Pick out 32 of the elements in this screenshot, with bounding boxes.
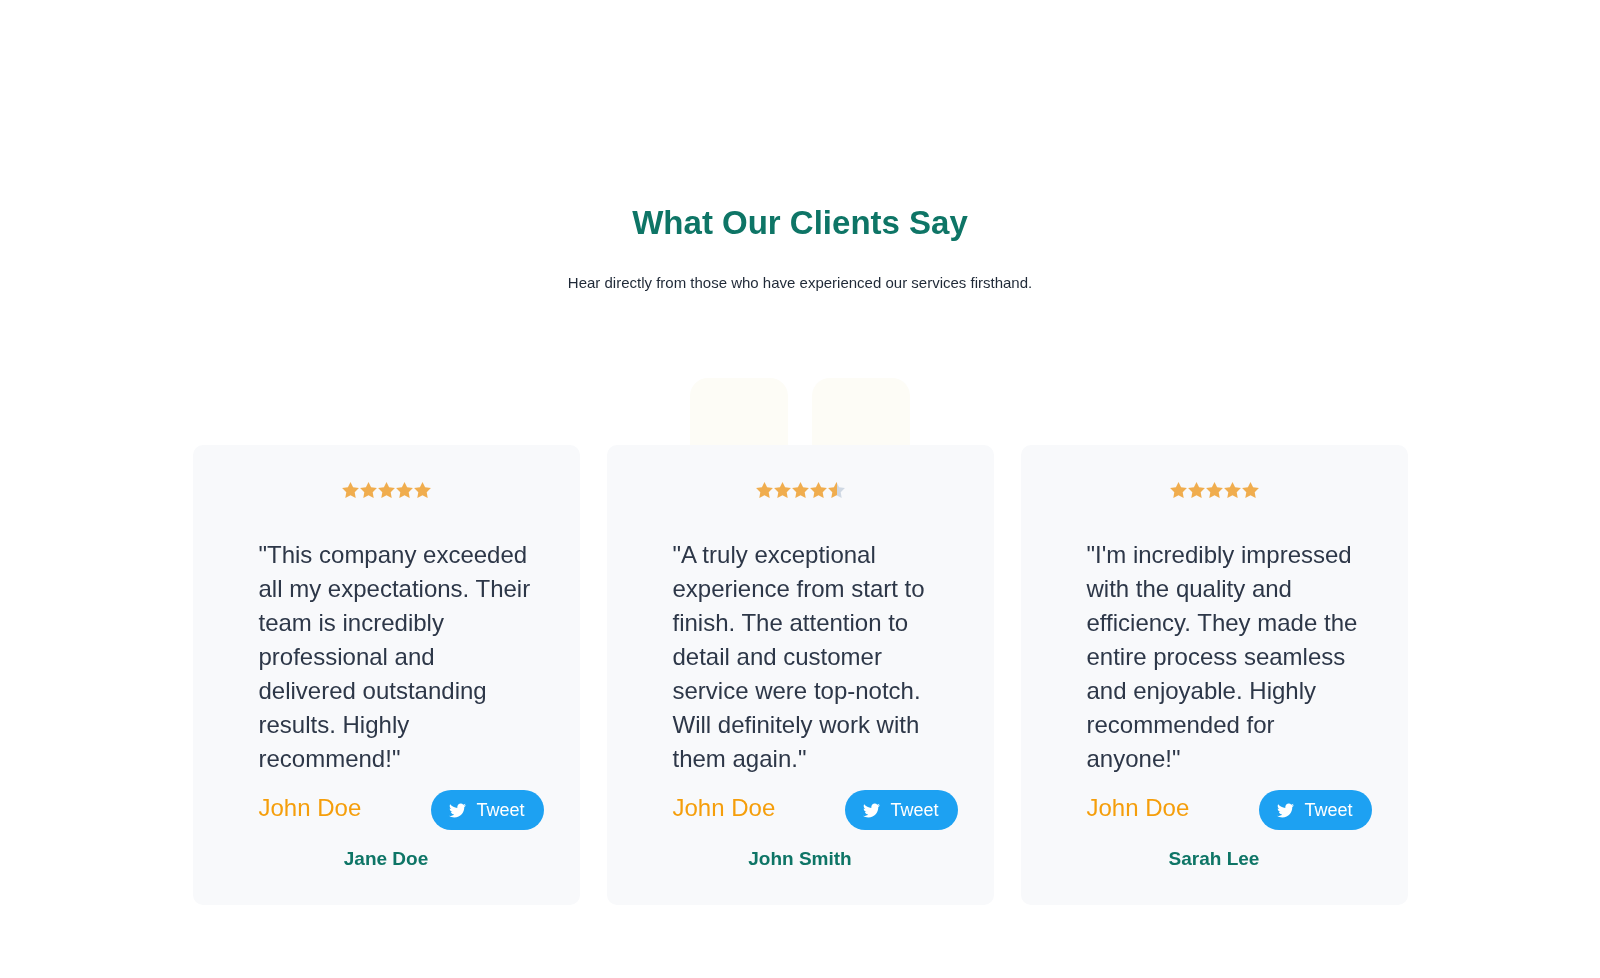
author-name: John Doe [1086, 793, 1190, 823]
section-subtitle: Hear directly from those who have experienced our services firsthand. [567, 273, 1033, 293]
section-title: What Our Clients Say [632, 203, 968, 243]
star-icon [359, 482, 377, 498]
tweet-button[interactable]: Tweet [1258, 790, 1372, 830]
star-icon [341, 482, 359, 498]
bird-icon [863, 801, 881, 819]
testimonial-quote: "I'm incredibly impressed with the quality and efficiency. They made the entire process seamless and enjoyable. Highly recommended for anyone!" [1086, 540, 1359, 774]
author-name: John Doe [258, 793, 362, 823]
bird-icon [1277, 801, 1295, 819]
star-icon [809, 482, 827, 498]
star-icon [827, 482, 845, 498]
star-icon [1223, 482, 1241, 498]
star-icon [1205, 482, 1223, 498]
star-icon [755, 482, 773, 498]
star-icon [377, 482, 395, 498]
star-icon [395, 482, 413, 498]
client-name: John Smith [748, 847, 852, 871]
star-icon [1241, 482, 1259, 498]
star-icon [413, 482, 431, 498]
author-name: John Doe [672, 793, 776, 823]
star-icon [773, 482, 791, 498]
client-name: Jane Doe [343, 847, 429, 871]
star-icon [1169, 482, 1187, 498]
star-icon [791, 482, 809, 498]
tweet-button[interactable]: Tweet [430, 790, 544, 830]
tweet-button[interactable]: Tweet [844, 790, 958, 830]
client-name: Sarah Lee [1168, 847, 1260, 871]
testimonial-quote: "This company exceeded all my expectations. Their team is incredibly professional and delivered outstanding results. Highly recommend!" [258, 540, 532, 774]
testimonial-quote: "A truly exceptional experience from start to finish. The attention to detail and customer service were top-notch. Will definitely work with them again." [672, 540, 926, 774]
bird-icon [449, 801, 467, 819]
star-icon [1187, 482, 1205, 498]
